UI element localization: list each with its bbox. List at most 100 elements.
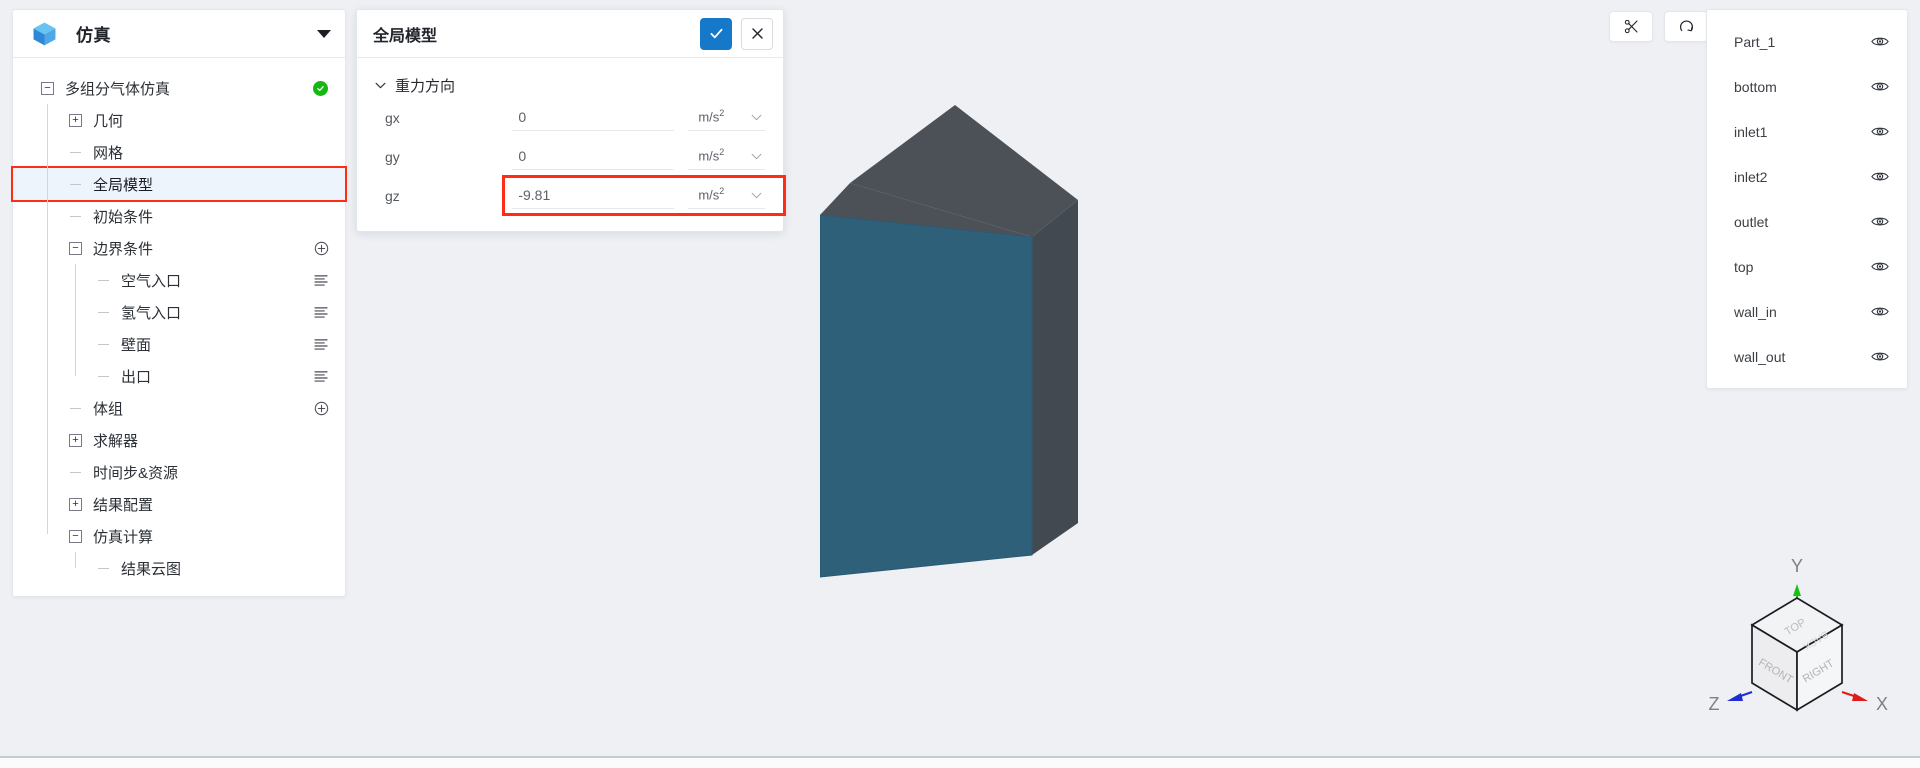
eye-icon[interactable] xyxy=(1871,260,1889,273)
expand-toggle-icon[interactable]: + xyxy=(69,497,82,511)
sidebar-header[interactable]: 仿真 xyxy=(13,10,345,58)
unit-base: m/s xyxy=(698,148,720,164)
rotate-icon xyxy=(1679,20,1693,32)
expand-toggle-icon[interactable]: + xyxy=(69,113,82,127)
tree-item-label: 结果配置 xyxy=(93,496,154,514)
tree-item-2[interactable]: 网格 xyxy=(13,136,345,168)
field-input-gx[interactable] xyxy=(512,104,675,131)
dialog-header: 全局模型 xyxy=(357,10,783,58)
tree-elbow-icon xyxy=(97,306,110,319)
part-row-inlet2[interactable]: inlet2 xyxy=(1707,154,1907,199)
clip-tool-button[interactable] xyxy=(1609,11,1653,42)
geometry-model[interactable] xyxy=(820,55,1120,585)
item-menu-icon[interactable] xyxy=(314,338,329,351)
gravity-section-header[interactable]: 重力方向 xyxy=(357,72,783,98)
unit-select-gz[interactable]: m/s2 xyxy=(688,182,765,209)
tree-item-8[interactable]: 壁面 xyxy=(13,328,345,360)
add-item-icon[interactable] xyxy=(314,401,329,416)
eye-icon[interactable] xyxy=(1871,125,1889,138)
tree-elbow-icon xyxy=(97,370,110,383)
unit-exponent: 2 xyxy=(719,108,725,119)
viewport-toolbar xyxy=(1609,11,1708,42)
collapse-toggle-icon[interactable]: − xyxy=(69,529,82,543)
eye-icon[interactable] xyxy=(1871,305,1889,318)
part-name-label: top xyxy=(1734,258,1754,275)
tree-item-label: 空气入口 xyxy=(121,272,182,290)
status-ok-badge xyxy=(313,80,328,96)
tree-item-15[interactable]: 结果云图 xyxy=(13,552,345,584)
tree-elbow-icon xyxy=(69,178,82,191)
part-row-wall_in[interactable]: wall_in xyxy=(1707,289,1907,334)
item-menu-icon[interactable] xyxy=(314,370,329,383)
tree-item-label: 仿真计算 xyxy=(93,528,154,546)
tree-item-label: 边界条件 xyxy=(93,240,154,258)
tree-item-label: 求解器 xyxy=(93,432,139,450)
tree-elbow-icon xyxy=(69,146,82,159)
part-row-bottom[interactable]: bottom xyxy=(1707,64,1907,109)
item-menu-icon[interactable] xyxy=(314,306,329,319)
field-input-gy[interactable] xyxy=(512,143,675,170)
part-row-Part_1[interactable]: Part_1 xyxy=(1707,19,1907,64)
caret-down-icon[interactable] xyxy=(317,29,331,38)
parts-visibility-panel: Part_1bottom inlet1 inlet2 outlet top wall_in… xyxy=(1706,9,1908,389)
unit-exponent: 2 xyxy=(719,186,725,197)
tree-elbow-icon xyxy=(69,466,82,479)
field-row-gz: gz m/s2 xyxy=(357,175,786,216)
part-row-outlet[interactable]: outlet xyxy=(1707,199,1907,244)
collapse-toggle-icon[interactable]: − xyxy=(41,81,54,95)
tree-item-9[interactable]: 出口 xyxy=(13,360,345,392)
part-name-label: Part_1 xyxy=(1734,33,1776,50)
check-icon xyxy=(710,28,722,39)
field-row-gx: gx m/s2 xyxy=(357,98,783,137)
field-label-gx: gx xyxy=(385,109,400,126)
tree-item-label: 壁面 xyxy=(121,336,152,354)
eye-icon[interactable] xyxy=(1871,80,1889,93)
tree-item-label: 全局模型 xyxy=(93,176,154,194)
unit-select-gx[interactable]: m/s2 xyxy=(688,104,765,131)
tree-item-label: 时间步&资源 xyxy=(93,464,179,482)
unit-select-gy[interactable]: m/s2 xyxy=(688,143,765,170)
tree-item-label: 多组分气体仿真 xyxy=(65,80,171,98)
add-item-icon[interactable] xyxy=(314,241,329,256)
tree-item-14[interactable]: − 仿真计算 xyxy=(13,520,345,552)
collapse-toggle-icon[interactable]: − xyxy=(69,241,82,255)
eye-icon[interactable] xyxy=(1871,350,1889,363)
tree-connector-line xyxy=(47,104,48,534)
eye-icon[interactable] xyxy=(1871,35,1889,48)
cancel-button[interactable] xyxy=(741,17,773,50)
tree-item-12[interactable]: 时间步&资源 xyxy=(13,456,345,488)
tree-item-4[interactable]: 初始条件 xyxy=(13,200,345,232)
reset-view-button[interactable] xyxy=(1664,11,1708,42)
expand-toggle-icon[interactable]: + xyxy=(69,433,82,447)
tree-connector-line xyxy=(75,552,76,568)
tree-elbow-icon xyxy=(97,338,110,351)
tree-item-5[interactable]: − 边界条件 xyxy=(13,232,345,264)
tree-item-11[interactable]: + 求解器 xyxy=(13,424,345,456)
eye-icon[interactable] xyxy=(1871,170,1889,183)
tree-item-1[interactable]: + 几何 xyxy=(13,104,345,136)
tree-item-0[interactable]: − 多组分气体仿真 xyxy=(13,72,345,104)
bottom-status-strip xyxy=(0,756,1920,768)
part-name-label: inlet1 xyxy=(1734,123,1768,140)
tree-item-13[interactable]: + 结果配置 xyxy=(13,488,345,520)
part-row-inlet1[interactable]: inlet1 xyxy=(1707,109,1907,154)
confirm-button[interactable] xyxy=(700,17,732,50)
chevron-down-icon xyxy=(375,82,386,88)
scissors-icon xyxy=(1624,19,1638,34)
tree-item-6[interactable]: 空气入口 xyxy=(13,264,345,296)
item-menu-icon[interactable] xyxy=(314,274,329,287)
field-input-gz[interactable] xyxy=(512,182,675,209)
tree-item-7[interactable]: 氢气入口 xyxy=(13,296,345,328)
gravity-section-label: 重力方向 xyxy=(395,77,456,95)
tree-item-10[interactable]: 体组 xyxy=(13,392,345,424)
unit-label: m/s2 xyxy=(698,147,724,163)
unit-base: m/s xyxy=(698,109,720,125)
eye-icon[interactable] xyxy=(1871,215,1889,228)
tree-elbow-icon xyxy=(69,402,82,415)
chevron-down-icon xyxy=(751,187,762,202)
part-row-wall_out[interactable]: wall_out xyxy=(1707,334,1907,379)
tree-item-label: 网格 xyxy=(93,144,124,162)
part-row-top[interactable]: top xyxy=(1707,244,1907,289)
view-cube[interactable]: TOP FRONT RIGHT BACK Y X Z xyxy=(1702,550,1892,740)
tree-item-3[interactable]: 全局模型 xyxy=(11,166,347,202)
